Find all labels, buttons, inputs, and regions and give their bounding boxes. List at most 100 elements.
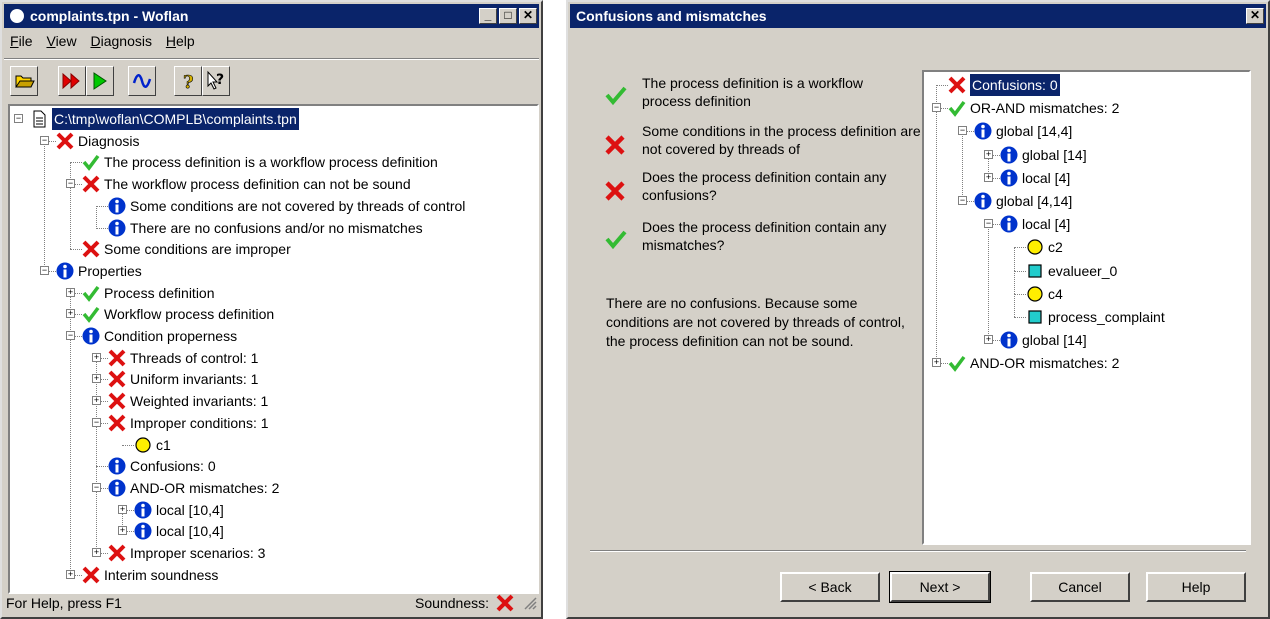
back-button[interactable]: < Back — [780, 572, 880, 602]
collapse-icon[interactable]: − — [92, 482, 101, 492]
tree-node[interactable]: Some conditions are improper — [10, 238, 537, 260]
help-icon[interactable]: ? — [174, 66, 202, 96]
tree-node[interactable]: + Process definition — [10, 282, 537, 304]
menu-view[interactable]: View — [46, 33, 76, 49]
tree-node[interactable]: + Workflow process definition — [10, 303, 537, 325]
collapse-icon[interactable]: − — [92, 417, 101, 427]
dialog-titlebar[interactable]: Confusions and mismatches ✕ — [570, 4, 1266, 28]
tree-node[interactable]: − C:\tmp\woflan\COMPLB\complaints.tpn — [10, 107, 537, 131]
run-all-icon[interactable] — [58, 66, 86, 96]
info-icon — [134, 501, 152, 519]
expand-icon[interactable]: + — [92, 548, 101, 557]
check-text: Does the process definition contain any … — [642, 219, 887, 253]
cross-icon — [82, 566, 100, 584]
expand-icon[interactable]: + — [118, 504, 127, 514]
tree-node[interactable]: + local [10,4] — [10, 520, 537, 542]
tree-node[interactable]: − global [4,14] — [924, 190, 1249, 212]
tree-node[interactable]: − local [4] — [924, 213, 1249, 235]
tree-node-label: Weighted invariants: 1 — [130, 393, 269, 410]
diagnosis-tree[interactable]: − C:\tmp\woflan\COMPLB\complaints.tpn − Dia… — [8, 104, 539, 594]
info-icon — [108, 219, 126, 237]
tree-node-label: Diagnosis — [78, 132, 140, 149]
expand-icon[interactable]: + — [92, 374, 101, 384]
tree-node[interactable]: c4 — [924, 283, 1249, 305]
collapse-icon[interactable]: − — [40, 265, 49, 275]
tree-node[interactable]: − Properties — [10, 260, 537, 282]
tree-node[interactable]: + local [4] — [924, 167, 1249, 189]
tree-node[interactable]: + Threads of control: 1 — [10, 347, 537, 369]
mismatch-tree[interactable]: Confusions: 0− OR-AND mismatches: 2− globa… — [922, 70, 1251, 545]
expand-icon[interactable]: + — [984, 335, 993, 345]
tree-node[interactable]: + AND-OR mismatches: 2 — [924, 352, 1249, 374]
tree-node[interactable]: − Diagnosis — [10, 130, 537, 152]
tree-node[interactable]: c2 — [924, 236, 1249, 258]
collapse-icon[interactable]: − — [932, 103, 941, 113]
tree-node[interactable]: − global [14,4] — [924, 120, 1249, 142]
run-icon[interactable] — [86, 66, 114, 96]
woflan-window: complaints.tpn - Woflan _ □ ✕ File View … — [0, 0, 543, 619]
expand-icon[interactable]: + — [66, 287, 75, 297]
tree-node[interactable]: + global [14] — [924, 144, 1249, 166]
collapse-icon[interactable]: − — [66, 331, 75, 340]
collapse-icon[interactable]: − — [984, 219, 993, 229]
expand-icon[interactable]: + — [984, 172, 993, 182]
tree-node-label: AND-OR mismatches: 2 — [970, 355, 1120, 372]
context-help-icon[interactable]: ? — [202, 66, 230, 96]
tree-node[interactable]: process_complaint — [924, 306, 1249, 328]
resize-grip-icon[interactable] — [523, 595, 537, 615]
menu-diagnosis[interactable]: Diagnosis — [90, 33, 152, 49]
tree-node[interactable]: − AND-OR mismatches: 2 — [10, 477, 537, 499]
tree-node-label: The process definition is a workflow pro… — [104, 154, 438, 171]
info-icon — [1000, 215, 1018, 233]
wave-icon[interactable] — [128, 66, 156, 96]
tree-node[interactable]: + Interim soundness — [10, 564, 537, 586]
menu-file[interactable]: File — [10, 33, 33, 49]
cancel-button[interactable]: Cancel — [1030, 572, 1130, 602]
tree-node-label: c1 — [156, 436, 171, 453]
tree-node[interactable]: There are no confusions and/or no mismat… — [10, 217, 537, 239]
expand-icon[interactable]: + — [66, 569, 75, 579]
tree-node-label: process_complaint — [1048, 309, 1165, 325]
status-bar: For Help, press F1 Soundness: — [6, 593, 537, 613]
tree-node[interactable]: + Weighted invariants: 1 — [10, 390, 537, 412]
tree-node[interactable]: Confusions: 0 — [10, 455, 537, 477]
help-button[interactable]: Help — [1146, 572, 1246, 602]
expand-icon[interactable]: + — [92, 352, 101, 362]
expand-icon[interactable]: + — [92, 396, 101, 406]
expand-icon[interactable]: + — [118, 526, 127, 536]
collapse-icon[interactable]: − — [14, 114, 23, 123]
maximize-button[interactable]: □ — [499, 8, 517, 24]
tree-node-label: OR-AND mismatches: 2 — [970, 100, 1120, 117]
minimize-button[interactable]: _ — [479, 8, 497, 24]
tree-node[interactable]: evalueer_0 — [924, 260, 1249, 282]
tree-node[interactable]: − Condition properness — [10, 325, 537, 347]
tree-node-label: local [10,4] — [156, 501, 224, 518]
tree-node[interactable]: c1 — [10, 434, 537, 456]
next-button[interactable]: Next > — [889, 571, 991, 603]
collapse-icon[interactable]: − — [958, 126, 967, 136]
woflan-titlebar[interactable]: complaints.tpn - Woflan _ □ ✕ — [4, 4, 539, 28]
dialog-close-button[interactable]: ✕ — [1246, 8, 1264, 24]
menu-help[interactable]: Help — [166, 33, 195, 49]
expand-icon[interactable]: + — [984, 149, 993, 159]
tree-node[interactable]: − OR-AND mismatches: 2 — [924, 97, 1249, 119]
collapse-icon[interactable]: − — [40, 135, 49, 145]
tree-node[interactable]: + local [10,4] — [10, 499, 537, 521]
tree-node[interactable]: + global [14] — [924, 329, 1249, 351]
close-button[interactable]: ✕ — [519, 8, 537, 24]
tree-node[interactable]: Some conditions are not covered by threa… — [10, 195, 537, 217]
info-icon — [82, 327, 100, 345]
svg-text:?: ? — [183, 72, 194, 93]
tree-node[interactable]: − Improper conditions: 1 — [10, 412, 537, 434]
collapse-icon[interactable]: − — [66, 179, 75, 189]
tree-node[interactable]: Confusions: 0 — [924, 73, 1249, 97]
expand-icon[interactable]: + — [932, 358, 941, 368]
expand-icon[interactable]: + — [66, 309, 75, 319]
tree-node-label: There are no confusions and/or no mismat… — [130, 219, 423, 236]
tree-node[interactable]: + Uniform invariants: 1 — [10, 368, 537, 390]
tree-node[interactable]: + Improper scenarios: 3 — [10, 542, 537, 564]
tree-node[interactable]: − The workflow process definition can not… — [10, 173, 537, 195]
tree-node[interactable]: The process definition is a workflow pro… — [10, 151, 537, 173]
open-icon[interactable] — [10, 66, 38, 96]
collapse-icon[interactable]: − — [958, 196, 967, 205]
